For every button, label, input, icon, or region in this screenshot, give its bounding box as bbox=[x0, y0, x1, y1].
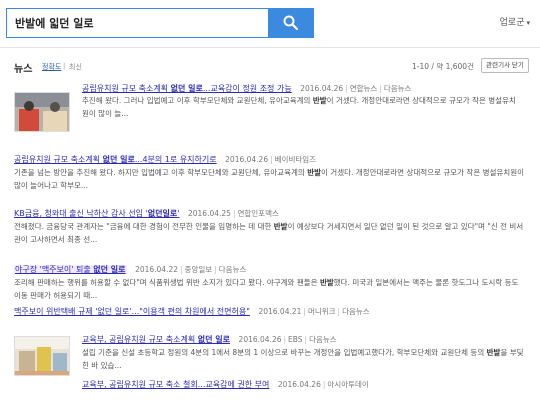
result-date: 2016.04.26 bbox=[225, 155, 269, 164]
result-item: 교육부, 공립유치원 규모 축소계획 없던 일로 2016.04.26 | EBS |… bbox=[0, 332, 524, 396]
result-title-link[interactable]: 교육부, 공립유치원 규모 축소계획 없던 일로 bbox=[82, 335, 230, 344]
result-thumbnail[interactable] bbox=[14, 92, 70, 132]
search-icon bbox=[283, 15, 298, 30]
related-date: 2016.04.21 bbox=[258, 307, 302, 316]
related-source: 아시아투데이 bbox=[327, 380, 369, 389]
result-date: 2016.04.25 bbox=[187, 209, 231, 218]
result-snippet: 설립 기준을 신설 초등학교 정원의 4분의 1에서 8분의 1 이상으로 바꾸… bbox=[82, 348, 524, 370]
result-title-line: 공립유치원 규모 축소계획 없던 일로...4분의 1로 유지하기로 2016.… bbox=[14, 155, 317, 164]
related-date: 2016.04.26 bbox=[277, 380, 321, 389]
result-item: KB금융, 청와대 출신 낙하산 감사 선임 '없던일로' 2016.04.25… bbox=[0, 206, 523, 250]
result-source: 연합뉴스 bbox=[349, 84, 378, 93]
top-bar: 업로군▾ bbox=[0, 0, 540, 48]
user-name: 업로군 bbox=[499, 18, 525, 28]
result-snippet: 추진해 왔다. 그러나 입법예고 이후 학부모단체와 교원단체, 유아교육계의 … bbox=[82, 96, 516, 118]
search-button[interactable] bbox=[268, 9, 313, 37]
related-article-line: 맥주보이 위반택배 규제 '없던 일로'..."이용객 편의 차원에서 전면허용… bbox=[14, 307, 370, 316]
related-article-link[interactable]: 맥주보이 위반택배 규제 '없던 일로'..."이용객 편의 차원에서 전면허용… bbox=[14, 307, 250, 316]
user-menu[interactable]: 업로군 ▾ bbox=[500, 15, 530, 28]
result-count: 1-10 / 약 1,600건 bbox=[412, 62, 474, 71]
result-title-line: 공립유치원 규모 축소계획 없던 일로...교육감이 정원 조정 가능 2016… bbox=[82, 84, 412, 93]
related-article-line: 교육부, 공립유치원 규모 축소 철회...교육감에 권한 부여 2016.04… bbox=[82, 380, 369, 389]
result-item: 야구장 '맥주보이' 퇴출 없던 일로 2016.04.22 | 중앙일보 | 다음뉴스… bbox=[0, 262, 520, 322]
result-title-link[interactable]: KB금융, 청와대 출신 낙하산 감사 선임 '없던일로' bbox=[14, 209, 179, 218]
sort-recent-link[interactable]: 최신 bbox=[69, 62, 82, 72]
result-via: 다음뉴스 bbox=[383, 84, 412, 93]
result-thumbnail[interactable] bbox=[14, 336, 70, 376]
result-title-link[interactable]: 공립유치원 규모 축소계획 없던 일로...교육감이 정원 조정 가능 bbox=[82, 84, 292, 93]
related-via: 다음뉴스 bbox=[342, 307, 370, 316]
result-title-line: KB금융, 청와대 출신 낙하산 감사 선임 '없던일로' 2016.04.25… bbox=[14, 209, 279, 218]
related-articles-close-button[interactable]: 관련기사 닫기 bbox=[481, 58, 529, 73]
result-item: 공립유치원 규모 축소계획 없던 일로...4분의 1로 유지하기로 2016.… bbox=[0, 152, 524, 196]
related-article-link[interactable]: 교육부, 공립유치원 규모 축소 철회...교육감에 권한 부여 bbox=[82, 380, 269, 389]
result-source: 연합인포맥스 bbox=[237, 209, 279, 218]
result-title-line: 야구장 '맥주보이' 퇴출 없던 일로 2016.04.22 | 중앙일보 | 다음뉴스 bbox=[14, 265, 247, 274]
sort-divider: | bbox=[63, 62, 66, 70]
result-date: 2016.04.22 bbox=[135, 265, 179, 274]
result-snippet: 전해졌다. 금융당국 관계자는 "금융에 대한 경험이 전무한 인물을 임명하는… bbox=[14, 222, 524, 244]
result-header: 뉴스 정확도 | 최신 1-10 / 약 1,600건 관련기사 닫기 bbox=[0, 56, 540, 78]
result-source: EBS bbox=[288, 335, 303, 344]
result-snippet: 기존을 넘는 방안을 추진해 왔다. 하지만 입법예고 이후 학부모단체와 교원… bbox=[14, 168, 525, 190]
result-source: 베이비타임즈 bbox=[274, 155, 317, 164]
result-date: 2016.04.26 bbox=[238, 335, 282, 344]
result-date: 2016.04.26 bbox=[300, 84, 344, 93]
result-via: 다음뉴스 bbox=[309, 335, 337, 344]
chevron-down-icon: ▾ bbox=[526, 19, 530, 27]
result-via: 다음뉴스 bbox=[218, 265, 247, 274]
result-title-link[interactable]: 공립유치원 규모 축소계획 없던 일로...4분의 1로 유지하기로 bbox=[14, 155, 217, 164]
section-title: 뉴스 bbox=[14, 64, 33, 75]
result-item: 공립유치원 규모 축소계획 없던 일로...교육감이 정원 조정 가능 2016… bbox=[0, 80, 520, 140]
search-box bbox=[6, 8, 314, 38]
result-title-link[interactable]: 야구장 '맥주보이' 퇴출 없던 일로 bbox=[14, 265, 127, 274]
sort-accuracy-link[interactable]: 정확도 bbox=[42, 62, 61, 72]
result-source: 중앙일보 bbox=[184, 265, 213, 274]
result-title-line: 교육부, 공립유치원 규모 축소계획 없던 일로 2016.04.26 | EBS |… bbox=[82, 335, 337, 344]
search-input[interactable] bbox=[7, 9, 269, 37]
related-source: 머니위크 bbox=[307, 307, 336, 316]
result-snippet: 조리해 판매하는 행위를 허용할 수 없다"며 식품위생법 위반 소지가 있다고… bbox=[14, 278, 519, 300]
